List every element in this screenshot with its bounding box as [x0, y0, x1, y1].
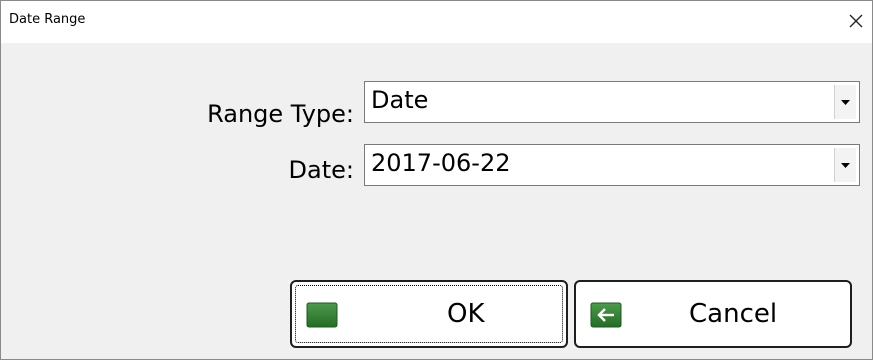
title-bar: Date Range	[1, 1, 872, 43]
close-button[interactable]	[844, 9, 868, 33]
date-range-dialog: Date Range Range Type: Date Date: 2017-0…	[0, 0, 873, 360]
chevron-down-icon	[841, 100, 850, 105]
range-type-select[interactable]: Date	[364, 81, 860, 123]
ok-button-label: OK	[447, 299, 485, 329]
ok-button[interactable]: OK	[290, 280, 568, 348]
date-select[interactable]: 2017-06-22	[364, 144, 860, 186]
range-type-dropdown-button[interactable]	[834, 85, 856, 119]
close-icon	[849, 14, 863, 28]
date-value: 2017-06-22	[371, 149, 511, 177]
ok-icon	[306, 302, 338, 328]
chevron-down-icon	[841, 163, 850, 168]
range-type-value: Date	[371, 86, 429, 114]
range-type-label: Range Type:	[207, 100, 354, 128]
cancel-button-label: Cancel	[689, 299, 778, 329]
back-arrow-icon	[590, 302, 622, 328]
date-dropdown-button[interactable]	[834, 148, 856, 182]
window-title: Date Range	[9, 12, 86, 27]
date-label: Date:	[288, 156, 354, 184]
cancel-button[interactable]: Cancel	[574, 280, 852, 348]
